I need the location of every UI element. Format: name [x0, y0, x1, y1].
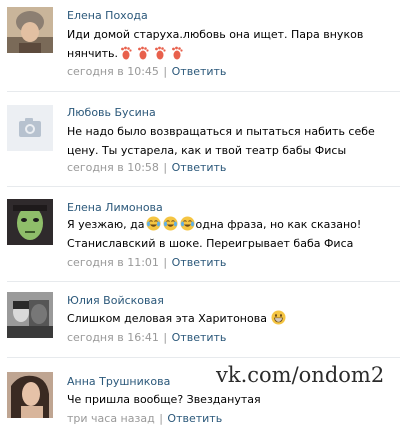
comment-meta: три часа назад | Ответить: [67, 412, 222, 425]
comment-text-fragment: одна фраза, но как сказано!: [195, 218, 362, 231]
comment-text-line: цену. Ты устарела, как и твой театр бабы…: [67, 144, 347, 157]
divider: [7, 186, 400, 187]
tears-of-joy-icon: [146, 216, 161, 231]
foot-print-icon: [121, 46, 132, 60]
grinning-face-icon: [271, 310, 286, 325]
comment-time[interactable]: сегодня в 10:45: [67, 65, 159, 78]
reply-link[interactable]: Ответить: [172, 256, 227, 269]
camera-placeholder-icon: [7, 105, 53, 151]
comment-time[interactable]: сегодня в 11:01: [67, 256, 159, 269]
divider: [7, 357, 400, 358]
comment-text: Слишком деловая эта Харитонова: [67, 309, 397, 328]
avatar[interactable]: [7, 7, 53, 53]
tears-of-joy-icon: [180, 216, 195, 231]
reply-link[interactable]: Ответить: [172, 161, 227, 174]
avatar[interactable]: [7, 199, 53, 245]
comment-meta: сегодня в 16:41 | Ответить: [67, 331, 226, 344]
comment-author[interactable]: Юлия Войсковая: [67, 294, 164, 307]
comment-text-line: нянчить.: [67, 44, 397, 63]
avatar-photo: [7, 372, 53, 418]
comment-text-line: Иди домой старуха.любовь она ищет. Пара …: [67, 28, 364, 41]
avatar-photo: [7, 7, 53, 53]
avatar-photo: [7, 292, 53, 338]
meta-separator: |: [163, 161, 168, 174]
comment-time[interactable]: сегодня в 10:58: [67, 161, 159, 174]
comment-author[interactable]: Елена Походa: [67, 9, 148, 22]
avatar[interactable]: [7, 292, 53, 338]
comment-text-line: Не надо было возвращаться и пытаться наб…: [67, 125, 375, 138]
meta-separator: |: [159, 412, 163, 425]
comment-text-fragment: Слишком деловая эта Харитонова: [67, 312, 267, 325]
avatar[interactable]: [7, 372, 53, 418]
comment-text-line: Станиславский в шоке. Переигрывает баба …: [67, 237, 354, 250]
comment-meta: сегодня в 11:01 | Ответить: [67, 256, 226, 269]
reply-link[interactable]: Ответить: [172, 331, 227, 344]
reply-link[interactable]: Ответить: [167, 412, 222, 425]
comment-author[interactable]: Любовь Бусина: [67, 106, 156, 119]
watermark: vk.com/ondom2: [216, 363, 385, 387]
tears-of-joy-icon: [163, 216, 178, 231]
meta-separator: |: [163, 331, 168, 344]
reply-link[interactable]: Ответить: [172, 65, 227, 78]
avatar[interactable]: [7, 105, 53, 151]
comment-text-fragment: нянчить.: [67, 47, 119, 60]
comment-author[interactable]: Анна Трушникова: [67, 375, 170, 388]
foot-print-icon: [155, 46, 166, 60]
divider: [7, 91, 400, 92]
comment-text: Иди домой старуха.любовь она ищет. Пара …: [67, 25, 397, 63]
comment-text-line: Че пришла вообще? Звезданутая: [67, 393, 261, 406]
comment-meta: сегодня в 10:58 | Ответить: [67, 161, 226, 174]
comment-time[interactable]: три часа назад: [67, 412, 155, 425]
comment-time[interactable]: сегодня в 16:41: [67, 331, 159, 344]
foot-print-icon: [172, 46, 183, 60]
comment-text-line: Я уезжаю, да одна фраза, но как сказано!: [67, 215, 397, 234]
comment-text: Я уезжаю, да одна фраза, но как сказано! …: [67, 215, 397, 253]
comment-text: Не надо было возвращаться и пытаться наб…: [67, 122, 397, 160]
divider: [7, 281, 400, 282]
meta-separator: |: [163, 65, 168, 78]
comment-text-line: Слишком деловая эта Харитонова: [67, 309, 397, 328]
foot-print-icon: [138, 46, 149, 60]
comment-meta: сегодня в 10:45 | Ответить: [67, 65, 226, 78]
comment-text-fragment: Я уезжаю, да: [67, 218, 145, 231]
comment-author[interactable]: Елена Лимонова: [67, 201, 163, 214]
comment-text: Че пришла вообще? Звезданутая: [67, 390, 397, 409]
avatar-photo: [7, 199, 53, 245]
meta-separator: |: [163, 256, 168, 269]
